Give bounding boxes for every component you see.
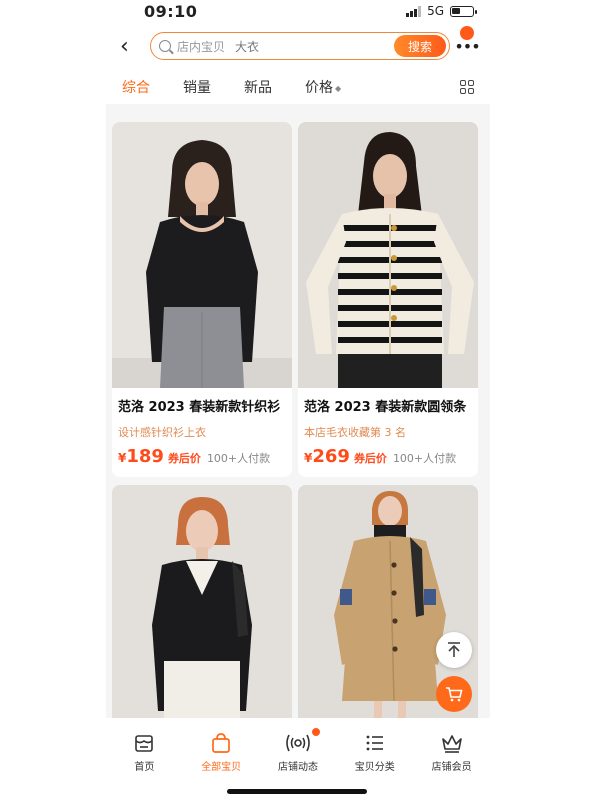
search-input[interactable]: 店内宝贝 大衣 搜索 [150,32,450,60]
product-card[interactable] [112,485,292,743]
tab-membership[interactable]: 店铺会员 [413,730,490,800]
cart-icon [446,687,463,702]
product-subtitle: 设计感针织衫上衣 [118,426,206,439]
bottom-tab-bar: 首页 全部宝贝 店铺动态 宝贝分类 店铺会员 [106,718,490,800]
status-time: 09:10 [144,1,198,21]
product-photo-knit-top [112,122,292,388]
bag-icon [210,730,232,756]
price-row: ¥269 券后价 100+人付款 [304,446,472,467]
product-title[interactable]: 范洛 2023 春装新款圆领条 [304,396,472,415]
paid-count: 100+人付款 [206,452,271,465]
tab-membership-label: 店铺会员 [431,762,472,773]
search-keyword: 大衣 [235,39,260,54]
crown-icon [440,730,464,756]
back-to-top-icon [448,642,460,657]
tab-home-label: 首页 [134,762,155,773]
product-image[interactable] [298,122,478,388]
coupon-price-label: 券后价 [353,452,387,465]
product-price: ¥189 [118,446,164,467]
tab-store-news-label: 店铺动态 [277,762,318,773]
product-image[interactable] [112,122,292,388]
tab-categories-label: 宝贝分类 [354,762,395,773]
home-icon [133,730,155,756]
phone-screen: 09:10 5G ‹ 店内宝贝大衣 搜索 ••• 综合 销量 新品 价格◆ [106,0,490,800]
product-photo-v-neck-sweater [112,485,292,725]
sort-tab-new[interactable]: 新品 [244,77,272,97]
grid-view-icon[interactable] [460,80,474,94]
price-value: 269 [312,446,350,467]
product-card[interactable]: 范洛 2023 春装新款针织衫 设计感针织衫上衣 ¥189 券后价 100+人付… [112,122,292,477]
search-button[interactable]: 搜索 [394,35,446,57]
cart-button[interactable] [436,676,472,712]
sort-tab-comprehensive[interactable]: 综合 [122,77,150,97]
coupon-price-label: 券后价 [167,452,201,465]
notification-dot [460,25,474,40]
product-card[interactable]: 范洛 2023 春装新款圆领条 本店毛衣收藏第 3 名 ¥269 券后价 100… [298,122,478,477]
sort-tab-price[interactable]: 价格 ◆ [305,77,341,97]
product-price: ¥269 [304,446,350,467]
status-bar: 09:10 5G [106,0,490,22]
product-subtitle: 本店毛衣收藏第 3 名 [304,426,406,439]
product-info: 范洛 2023 春装新款针织衫 设计感针织衫上衣 ¥189 券后价 100+人付… [112,388,292,477]
product-title[interactable]: 范洛 2023 春装新款针织衫 [118,396,286,415]
back-icon[interactable]: ‹ [120,34,144,59]
search-placeholder: 店内宝贝 大衣 [177,38,394,55]
sort-bar: 综合 销量 新品 价格 ◆ [106,70,490,104]
price-row: ¥189 券后价 100+人付款 [118,446,286,467]
home-indicator [227,789,367,794]
paid-count: 100+人付款 [392,452,457,465]
tab-home[interactable]: 首页 [106,730,183,800]
product-photo-striped-cardigan [298,122,478,388]
broadcast-icon [285,730,311,756]
product-image[interactable] [112,485,292,725]
system-indicators: 5G [406,4,477,18]
more-icon[interactable]: ••• [454,25,481,56]
list-icon [364,730,386,756]
sort-arrows-icon: ◆ [335,83,342,93]
battery-icon [450,5,477,17]
search-icon [159,40,171,52]
product-info: 范洛 2023 春装新款圆领条 本店毛衣收藏第 3 名 ¥269 券后价 100… [298,388,478,477]
search-header: ‹ 店内宝贝 大衣 搜索 ••• [106,22,490,70]
network-label: 5G [427,4,444,18]
tab-all-items-label: 全部宝贝 [201,762,242,773]
product-grid: 范洛 2023 春装新款针织衫 设计感针织衫上衣 ¥189 券后价 100+人付… [106,122,490,743]
price-value: 189 [126,446,164,467]
signal-icon [406,5,422,17]
search-placeholder-text: 店内宝贝 [177,39,226,54]
new-badge [312,728,321,736]
back-to-top-button[interactable] [436,632,472,668]
sort-tab-sales[interactable]: 销量 [183,77,211,97]
sort-tab-price-label: 价格 [305,80,333,96]
